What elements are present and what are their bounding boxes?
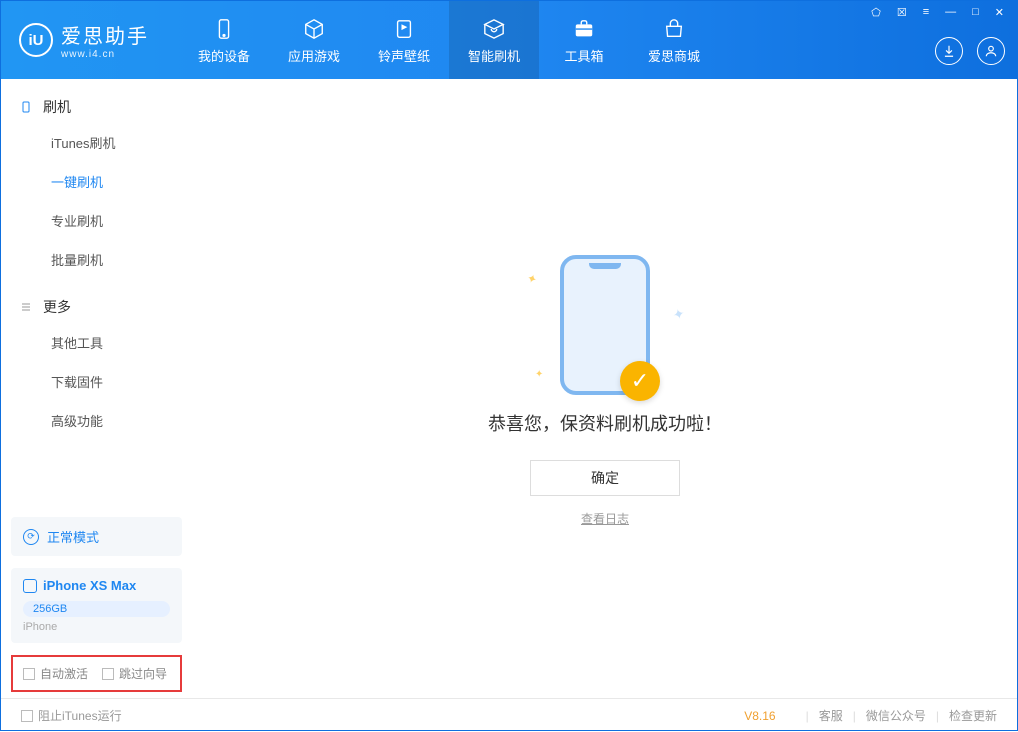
device-name: iPhone XS Max bbox=[43, 578, 136, 593]
sidebar-group-title: 更多 bbox=[43, 297, 71, 317]
tab-label: 铃声壁纸 bbox=[378, 46, 430, 65]
music-icon bbox=[391, 16, 417, 42]
check-badge-icon: ✓ bbox=[620, 361, 660, 401]
sparkle-icon: ✦ bbox=[671, 305, 687, 324]
tab-refresh[interactable]: 智能刷机 bbox=[449, 1, 539, 79]
skip-wizard-checkbox[interactable]: 跳过向导 bbox=[102, 665, 167, 682]
flash-options-box: 自动激活 跳过向导 bbox=[11, 655, 182, 692]
checkbox-icon bbox=[102, 668, 114, 680]
menu-icon[interactable]: ≡ bbox=[920, 5, 932, 20]
view-log-link[interactable]: 查看日志 bbox=[581, 510, 629, 527]
sidebar-item[interactable]: 专业刷机 bbox=[1, 201, 192, 240]
success-message: 恭喜您，保资料刷机成功啦！ bbox=[488, 410, 722, 436]
sidebar-item[interactable]: 高级功能 bbox=[1, 401, 192, 440]
title-bar: iU 爱思助手 www.i4.cn 我的设备 应用游戏 铃声壁纸 智能刷机 工具箱 爱思商… bbox=[1, 1, 1017, 79]
tab-label: 智能刷机 bbox=[468, 46, 520, 65]
shirt-icon[interactable]: ⬠ bbox=[868, 5, 884, 20]
main-panel: ✦ ✦ ✦ ✓ 恭喜您，保资料刷机成功啦！ 确定 查看日志 bbox=[193, 79, 1017, 698]
device-mode-card: ⟳ 正常模式 bbox=[11, 517, 182, 556]
download-button[interactable] bbox=[935, 37, 963, 65]
confirm-button[interactable]: 确定 bbox=[530, 460, 680, 496]
wechat-link[interactable]: 微信公众号 bbox=[866, 707, 926, 724]
sidebar-item[interactable]: iTunes刷机 bbox=[1, 123, 192, 162]
tab-label: 爱思商城 bbox=[648, 46, 700, 65]
tab-cube[interactable]: 应用游戏 bbox=[269, 1, 359, 79]
sidebar-item[interactable]: 批量刷机 bbox=[1, 240, 192, 279]
phone-icon bbox=[19, 100, 33, 114]
case-icon bbox=[571, 16, 597, 42]
app-logo: iU 爱思助手 www.i4.cn bbox=[19, 20, 149, 60]
tab-label: 我的设备 bbox=[198, 46, 250, 65]
block-itunes-checkbox[interactable]: 阻止iTunes运行 bbox=[21, 707, 122, 724]
account-button[interactable] bbox=[977, 37, 1005, 65]
tab-music[interactable]: 铃声壁纸 bbox=[359, 1, 449, 79]
tab-store[interactable]: 爱思商城 bbox=[629, 1, 719, 79]
checkbox-icon bbox=[23, 668, 35, 680]
option-label: 自动激活 bbox=[40, 665, 88, 682]
sparkle-icon: ✦ bbox=[525, 271, 539, 288]
storage-badge: 256GB bbox=[23, 601, 170, 617]
sidebar-item[interactable]: 其他工具 bbox=[1, 323, 192, 362]
sidebar: 刷机 iTunes刷机一键刷机专业刷机批量刷机 更多 其他工具下载固件高级功能 … bbox=[1, 79, 193, 698]
mode-label: 正常模式 bbox=[47, 527, 99, 546]
tab-device[interactable]: 我的设备 bbox=[179, 1, 269, 79]
window-controls: ⬠ ☒ ≡ — □ ✕ bbox=[868, 5, 1007, 20]
phone-outline-icon: ✓ bbox=[560, 255, 650, 395]
tab-label: 工具箱 bbox=[564, 46, 603, 65]
option-label: 跳过向导 bbox=[119, 665, 167, 682]
success-illustration: ✦ ✦ ✦ ✓ bbox=[505, 250, 705, 400]
logo-icon: iU bbox=[19, 23, 53, 57]
tab-label: 应用游戏 bbox=[288, 46, 340, 65]
device-card[interactable]: iPhone XS Max 256GB iPhone bbox=[11, 568, 182, 643]
logo-text: 爱思助手 www.i4.cn bbox=[61, 20, 149, 60]
checkbox-icon bbox=[21, 710, 33, 722]
minimize-button[interactable]: — bbox=[942, 5, 959, 20]
sidebar-group-more: 更多 bbox=[1, 297, 192, 323]
lock-icon[interactable]: ☒ bbox=[894, 5, 910, 20]
mode-icon: ⟳ bbox=[23, 529, 39, 545]
support-link[interactable]: 客服 bbox=[819, 707, 843, 724]
maximize-button[interactable]: □ bbox=[969, 5, 982, 20]
auto-activate-checkbox[interactable]: 自动激活 bbox=[23, 665, 88, 682]
option-label: 阻止iTunes运行 bbox=[38, 707, 122, 724]
sidebar-group-flash: 刷机 bbox=[1, 97, 192, 123]
sidebar-item[interactable]: 下载固件 bbox=[1, 362, 192, 401]
list-icon bbox=[19, 300, 33, 314]
close-button[interactable]: ✕ bbox=[992, 5, 1007, 20]
header-right bbox=[935, 37, 1005, 65]
refresh-icon bbox=[481, 16, 507, 42]
status-bar: 阻止iTunes运行 V8.16 | 客服 | 微信公众号 | 检查更新 bbox=[1, 698, 1017, 732]
sidebar-item[interactable]: 一键刷机 bbox=[1, 162, 192, 201]
main-tabs: 我的设备 应用游戏 铃声壁纸 智能刷机 工具箱 爱思商城 bbox=[179, 1, 719, 79]
store-icon bbox=[661, 16, 687, 42]
version-label: V8.16 bbox=[744, 709, 775, 723]
device-icon bbox=[211, 16, 237, 42]
cube-icon bbox=[301, 16, 327, 42]
device-kind: iPhone bbox=[23, 621, 170, 633]
device-icon bbox=[23, 579, 37, 593]
sidebar-group-title: 刷机 bbox=[43, 97, 71, 117]
check-update-link[interactable]: 检查更新 bbox=[949, 707, 997, 724]
sparkle-icon: ✦ bbox=[535, 369, 543, 380]
tab-case[interactable]: 工具箱 bbox=[539, 1, 629, 79]
